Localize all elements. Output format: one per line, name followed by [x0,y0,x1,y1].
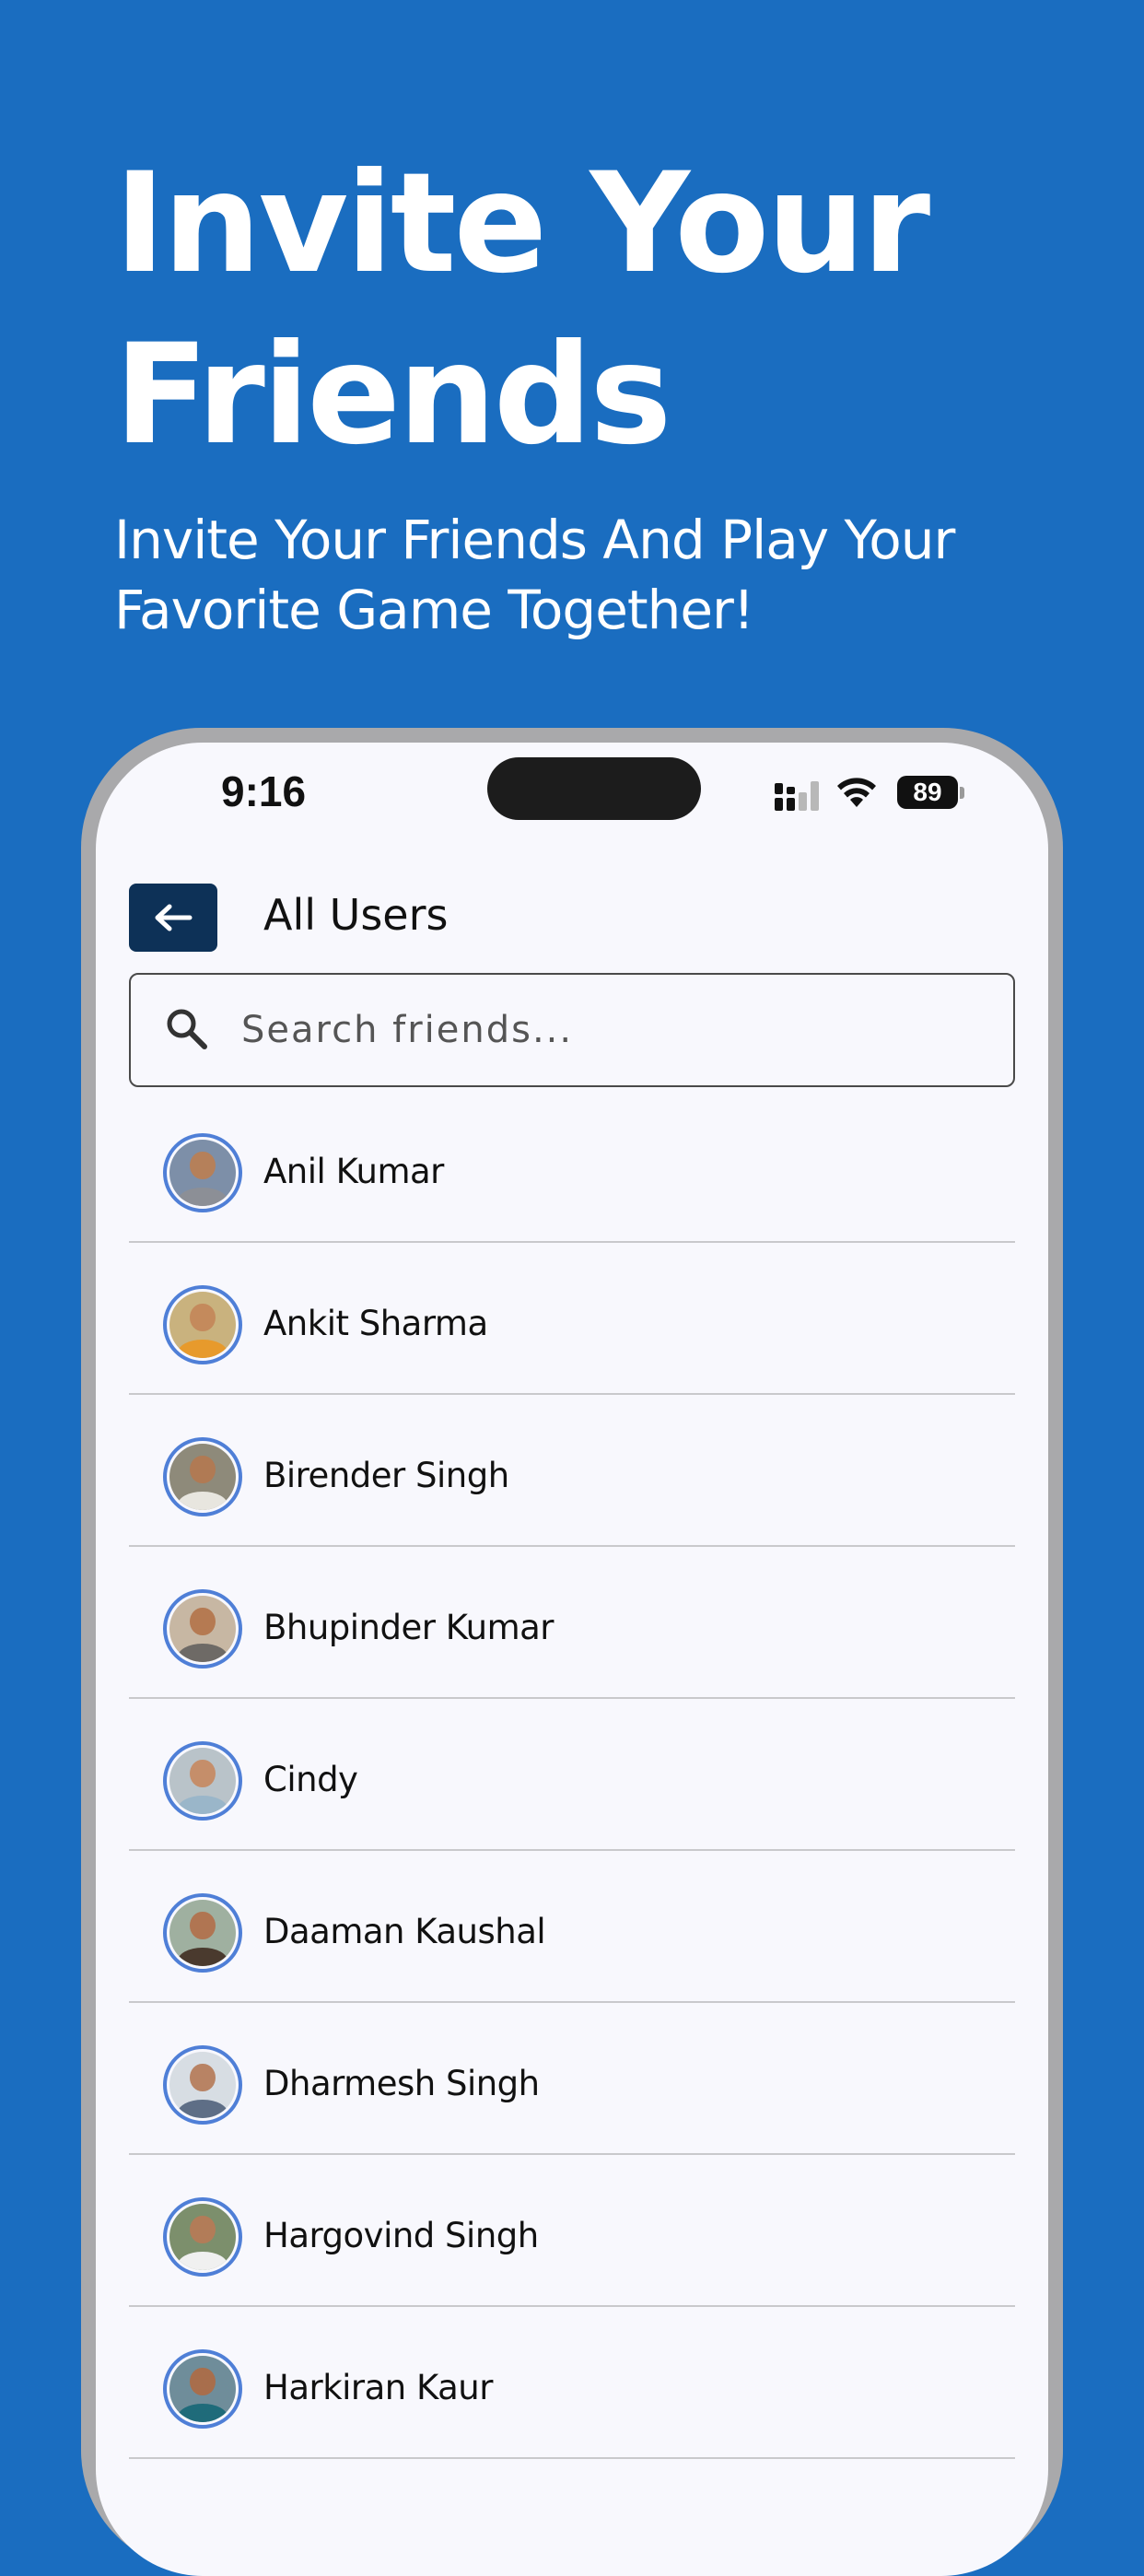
avatar-photo [169,1444,236,1510]
list-item[interactable]: Harkiran Kaur [129,2307,1015,2459]
avatar-photo [169,1748,236,1814]
avatar-body [178,1947,228,1966]
promo-background: Invite Your Friends Invite Your Friends … [0,0,1144,2576]
user-name: Ankit Sharma [263,1304,488,1343]
avatar-photo [169,2204,236,2270]
avatar-body [178,2403,228,2422]
list-item[interactable]: Ankit Sharma [129,1243,1015,1395]
wifi-icon [837,778,876,807]
phone-screen: 9:16 89 All Users Search friends... Anil… [96,743,1048,2576]
user-list: Anil Kumar Ankit Sharma Birender Singh Bhup… [129,1091,1015,2459]
user-name: Bhupinder Kumar [263,1608,554,1647]
list-item[interactable]: Anil Kumar [129,1091,1015,1243]
list-item[interactable]: Daaman Kaushal [129,1851,1015,2003]
headline-line-2: Friends [114,315,671,475]
user-name: Daaman Kaushal [263,1912,546,1951]
avatar-body [178,1795,228,1814]
signal-icon [775,781,819,811]
avatar [163,1133,242,1212]
avatar-body [178,1187,228,1206]
avatar-body [178,2251,228,2270]
avatar-face [190,2367,216,2396]
avatar [163,1893,242,1973]
avatar [163,1589,242,1669]
avatar-body [178,1491,228,1510]
list-item[interactable]: Hargovind Singh [129,2155,1015,2307]
back-button[interactable] [129,884,217,952]
user-name: Cindy [263,1760,358,1799]
headline-line-1: Invite Your [114,144,930,304]
dynamic-island [487,757,701,820]
user-name: Anil Kumar [263,1152,444,1191]
list-item[interactable]: Bhupinder Kumar [129,1547,1015,1699]
search-icon [167,1009,207,1049]
avatar-face [190,1455,216,1484]
avatar [163,2045,242,2125]
avatar [163,1741,242,1821]
avatar-photo [169,2356,236,2422]
avatar [163,2349,242,2429]
promo-headline: Invite Your Friends [114,138,1035,481]
arrow-left-icon [155,904,193,931]
avatar-face [190,1303,216,1332]
avatar-photo [169,1140,236,1206]
search-box[interactable] [129,973,1015,1087]
avatar [163,2197,242,2277]
status-time: 9:16 [221,767,307,815]
list-item[interactable]: Cindy [129,1699,1015,1851]
avatar-face [190,1911,216,1940]
avatar-body [178,1339,228,1358]
avatar [163,1437,242,1516]
avatar-photo [169,1900,236,1966]
avatar-face [190,1607,216,1636]
subline-line-1: Invite Your Friends And Play Your [114,509,955,571]
battery-indicator: 89 [897,776,958,809]
avatar-face [190,2215,216,2244]
promo-subline: Invite Your Friends And Play Your Favori… [114,505,1035,645]
avatar-photo [169,1596,236,1662]
avatar [163,1285,242,1364]
list-item[interactable]: Dharmesh Singh [129,2003,1015,2155]
screen-title: All Users [263,890,449,940]
avatar-face [190,1759,216,1788]
user-name: Hargovind Singh [263,2216,539,2255]
user-name: Harkiran Kaur [263,2368,493,2407]
list-item[interactable]: Birender Singh [129,1395,1015,1547]
user-name: Birender Singh [263,1456,509,1495]
avatar-body [178,2099,228,2118]
avatar-photo [169,1292,236,1358]
battery-cap [960,787,964,799]
search-input[interactable] [241,977,978,1083]
avatar-face [190,1151,216,1180]
avatar-body [178,1643,228,1662]
avatar-photo [169,2052,236,2118]
user-name: Dharmesh Singh [263,2064,540,2103]
avatar-face [190,2063,216,2092]
subline-line-2: Favorite Game Together! [114,579,754,641]
